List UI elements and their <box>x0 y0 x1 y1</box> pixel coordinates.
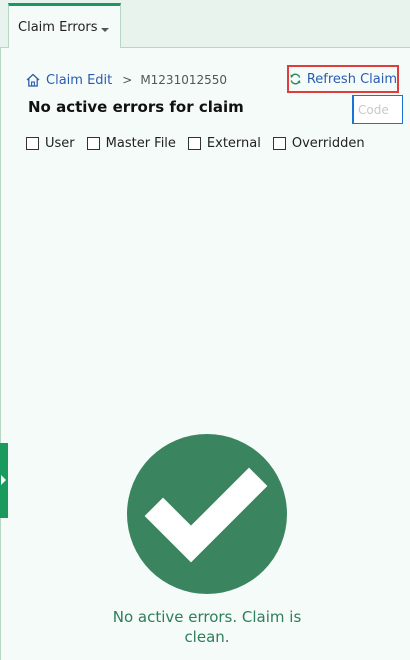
filter-external-label: External <box>206 135 261 151</box>
refresh-claim-label: Refresh Claim <box>306 71 397 87</box>
filter-external-checkbox[interactable] <box>187 136 201 150</box>
breadcrumb-current-claim-id: M1231012550 <box>140 73 228 87</box>
tab-claim-errors[interactable]: Claim Errors <box>8 3 121 49</box>
breadcrumb-link-claim-edit[interactable]: Claim Edit <box>46 73 112 88</box>
page-title: No active errors for claim <box>28 98 244 116</box>
tab-strip: Claim Errors <box>0 0 410 49</box>
refresh-claim-button[interactable]: Refresh Claim <box>287 65 399 93</box>
tab-label: Claim Errors <box>18 20 98 35</box>
filter-external[interactable]: External <box>187 135 261 151</box>
status-message: No active errors. Claim is clean. <box>112 608 302 646</box>
claim-errors-app: Claim Errors Claim Edit > M1231012550 Re… <box>0 0 410 660</box>
refresh-icon <box>290 73 301 85</box>
home-icon[interactable] <box>25 72 41 88</box>
filter-master-file-label: Master File <box>105 135 176 151</box>
filter-master-file[interactable]: Master File <box>86 135 176 151</box>
chevron-down-icon[interactable] <box>101 28 109 32</box>
checkmark-circle-icon <box>127 434 287 594</box>
filter-overridden-checkbox[interactable] <box>272 136 286 150</box>
source-filter-row: User Master File External Overridden <box>26 134 377 152</box>
filter-overridden[interactable]: Overridden <box>272 135 365 151</box>
filter-master-file-checkbox[interactable] <box>86 136 100 150</box>
breadcrumb-separator: > <box>122 73 133 87</box>
filter-user[interactable]: User <box>26 136 75 151</box>
filter-overridden-label: Overridden <box>291 135 365 151</box>
filter-user-checkbox[interactable] <box>26 136 39 150</box>
panel-expand-handle[interactable] <box>0 443 8 518</box>
breadcrumb: Claim Edit > M1231012550 <box>25 71 227 89</box>
code-filter-input[interactable] <box>352 95 403 124</box>
filter-user-label: User <box>45 135 75 151</box>
